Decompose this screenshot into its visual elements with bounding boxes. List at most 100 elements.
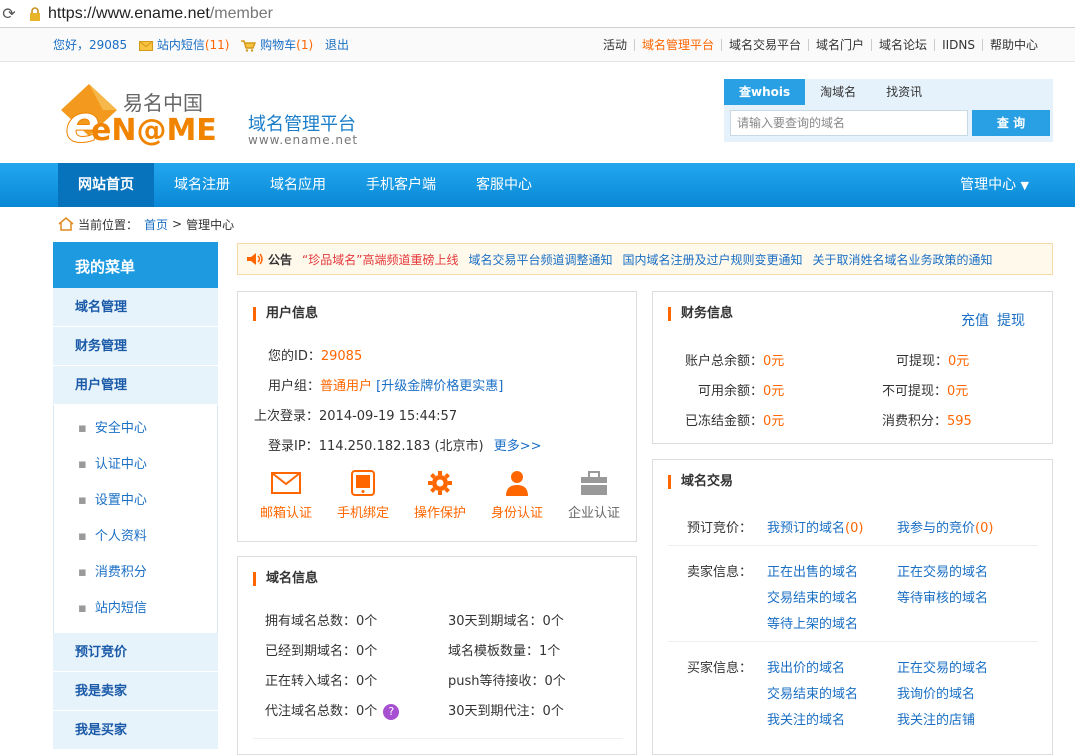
my-inquiries-link[interactable]: 我询价的域名 [897, 683, 975, 702]
briefcase-icon [581, 471, 607, 495]
sidebar-item-presale-bidding[interactable]: 预订竞价 [53, 633, 218, 672]
browser-address-bar: ⟳ https://www.ename.net/member [0, 0, 1075, 28]
breadcrumb-home[interactable]: 首页 [144, 216, 168, 233]
tab-news[interactable]: 找资讯 [871, 79, 937, 105]
notice-link[interactable]: 域名交易平台频道调整通知 [468, 251, 612, 268]
phone-bind-button[interactable]: 手机绑定 [328, 470, 398, 521]
sidebar-sub-settings[interactable]: ▪ 设置中心 [54, 483, 217, 519]
more-link[interactable]: 更多>> [494, 439, 542, 454]
pending-listing-link[interactable]: 等待上架的域名 [767, 613, 858, 632]
sidebar-sub-points[interactable]: ▪ 消费积分 [54, 555, 217, 591]
divider [253, 738, 623, 739]
top-link-domain-forum[interactable]: 域名论坛 [871, 38, 934, 51]
email-icon [271, 472, 301, 494]
gear-icon [428, 471, 452, 495]
selling-domains-link[interactable]: 正在出售的域名 [767, 561, 858, 580]
tab-buy-domain[interactable]: 淘域名 [805, 79, 871, 105]
breadcrumb-current: 管理中心 [186, 217, 235, 232]
cart-link[interactable]: 购物车(1) [241, 38, 317, 52]
seller-finished-link[interactable]: 交易结束的域名 [767, 587, 858, 606]
watched-shops-link[interactable]: 我关注的店铺 [897, 709, 975, 728]
template-row: 域名模板数量：1个 [448, 644, 561, 659]
notice-link[interactable]: 关于取消姓名域名业务政策的通知 [812, 251, 992, 268]
top-link-domain-trade[interactable]: 域名交易平台 [721, 38, 808, 51]
withdraw-link[interactable]: 提现 [997, 313, 1025, 329]
ename-logo[interactable]: e eN@ME 易名中国 [55, 82, 235, 156]
sidebar-item-finance[interactable]: 财务管理 [53, 327, 218, 366]
available-row: 可用余额：0元 [698, 384, 785, 399]
notice-link[interactable]: 国内域名注册及过户规则变更通知 [622, 251, 802, 268]
nav-domain-register[interactable]: 域名注册 [154, 163, 250, 207]
my-presale-link[interactable]: 我预订的域名(0) [767, 517, 863, 536]
sidebar-title: 我的菜单 [53, 242, 218, 288]
seller-trading-link[interactable]: 正在交易的域名 [897, 561, 988, 580]
sidebar: 我的菜单 域名管理 财务管理 用户管理 ▪ 安全中心 ▪ 认证中心 ▪ 设置中心 ▪ 个… [53, 242, 218, 750]
header: e eN@ME 易名中国 域名管理平台 www.ename.net 查whois… [0, 62, 1075, 163]
enterprise-verify-button[interactable]: 企业认证 [559, 470, 629, 521]
presale-label: 预订竞价： [687, 521, 753, 536]
total-balance-row: 账户总余额：0元 [685, 354, 785, 369]
url-field[interactable]: https://www.ename.net/member [48, 5, 273, 23]
sidebar-submenu: ▪ 安全中心 ▪ 认证中心 ▪ 设置中心 ▪ 个人资料 ▪ 消费积分 ▪ 站内短信 [53, 405, 218, 633]
sidebar-sub-profile[interactable]: ▪ 个人资料 [54, 519, 217, 555]
search-button[interactable]: 查 询 [972, 110, 1050, 136]
nav-manager-center[interactable]: 管理中心 ▼ [940, 163, 1049, 207]
email-verify-button[interactable]: 邮箱认证 [251, 470, 321, 521]
sidebar-sub-verify[interactable]: ▪ 认证中心 [54, 447, 217, 483]
buyer-trading-link[interactable]: 正在交易的域名 [897, 657, 988, 676]
expired-row: 已经到期域名：0个 [265, 644, 378, 659]
sidebar-item-domain-management[interactable]: 域名管理 [53, 288, 218, 327]
proxy30-row: 30天到期代注：0个 [448, 704, 564, 719]
top-link-help[interactable]: 帮助中心 [981, 38, 1045, 51]
notice-label: 公告 [268, 252, 293, 267]
nav-domain-apps[interactable]: 域名应用 [250, 163, 346, 207]
tab-whois[interactable]: 查whois [724, 79, 806, 105]
sidebar-item-buyer[interactable]: 我是买家 [53, 711, 218, 750]
nav-customer-service[interactable]: 客服中心 [456, 163, 552, 207]
watched-domains-link[interactable]: 我关注的域名 [767, 709, 845, 728]
last-login-row: 上次登录：2014-09-19 15:44:57 [254, 409, 458, 424]
caret-down-icon: ▼ [1020, 179, 1029, 192]
notice-link[interactable]: “珍品域名”高端频道重磅上线 [302, 251, 458, 268]
frozen-row: 已冻结金额：0元 [685, 414, 785, 429]
logout-link[interactable]: 退出 [325, 38, 349, 52]
domain-trade-panel: 域名交易 预订竞价： 我预订的域名(0) 我参与的竞价(0) 卖家信息： 正在出… [652, 459, 1053, 755]
help-icon[interactable]: ? [383, 703, 400, 720]
main-nav: 网站首页 域名注册 域名应用 手机客户端 客服中心 管理中心 ▼ [0, 163, 1075, 207]
domain-info-title: 域名信息 [253, 572, 318, 586]
top-link-iidns[interactable]: IIDNS [934, 38, 982, 51]
nav-mobile-client[interactable]: 手机客户端 [346, 163, 456, 207]
sidebar-sub-security[interactable]: ▪ 安全中心 [54, 411, 217, 447]
user-bar: 您好，29085 站内短信(11) 购物车(1) 退出 [53, 36, 357, 53]
buyer-finished-link[interactable]: 交易结束的域名 [767, 683, 858, 702]
search-input[interactable]: 请输入要查询的域名 [730, 110, 968, 136]
messages-link[interactable]: 站内短信(11) [139, 38, 233, 52]
user-id-row: 您的ID：29085 [268, 349, 363, 364]
identity-verify-button[interactable]: 身份认证 [482, 470, 552, 521]
nav-home[interactable]: 网站首页 [58, 163, 154, 207]
top-link-activity[interactable]: 活动 [596, 39, 634, 51]
transfer-in-row: 正在转入域名：0个 [265, 674, 378, 689]
sidebar-sub-messages[interactable]: ▪ 站内短信 [54, 591, 217, 627]
seller-label: 卖家信息： [687, 565, 753, 580]
speaker-icon [247, 253, 263, 265]
points-row: 消费积分：595 [882, 414, 972, 429]
top-bar: 您好，29085 站内短信(11) 购物车(1) 退出 活动 域名管理平台 域名… [0, 28, 1075, 62]
top-link-domain-portal[interactable]: 域名门户 [808, 38, 871, 51]
expire30-row: 30天到期域名：0个 [448, 614, 564, 629]
user-group-row: 用户组：普通用户 [升级金牌价格更实惠] [268, 379, 504, 394]
finance-title: 财务信息 [668, 307, 733, 321]
operation-protect-button[interactable]: 操作保护 [405, 470, 475, 521]
site-url: www.ename.net [248, 133, 359, 147]
sidebar-item-seller[interactable]: 我是卖家 [53, 672, 218, 711]
sidebar-item-user-management[interactable]: 用户管理 [53, 366, 218, 405]
divider [668, 545, 1038, 546]
upgrade-link[interactable]: [升级金牌价格更实惠] [376, 379, 503, 394]
my-offers-link[interactable]: 我出价的域名 [767, 657, 845, 676]
cart-icon [241, 39, 257, 52]
reload-icon[interactable]: ⟳ [0, 4, 18, 23]
top-link-domain-management[interactable]: 域名管理平台 [634, 38, 721, 51]
my-bids-link[interactable]: 我参与的竞价(0) [897, 517, 993, 536]
pending-review-link[interactable]: 等待审核的域名 [897, 587, 988, 606]
recharge-link[interactable]: 充值 [961, 313, 989, 329]
